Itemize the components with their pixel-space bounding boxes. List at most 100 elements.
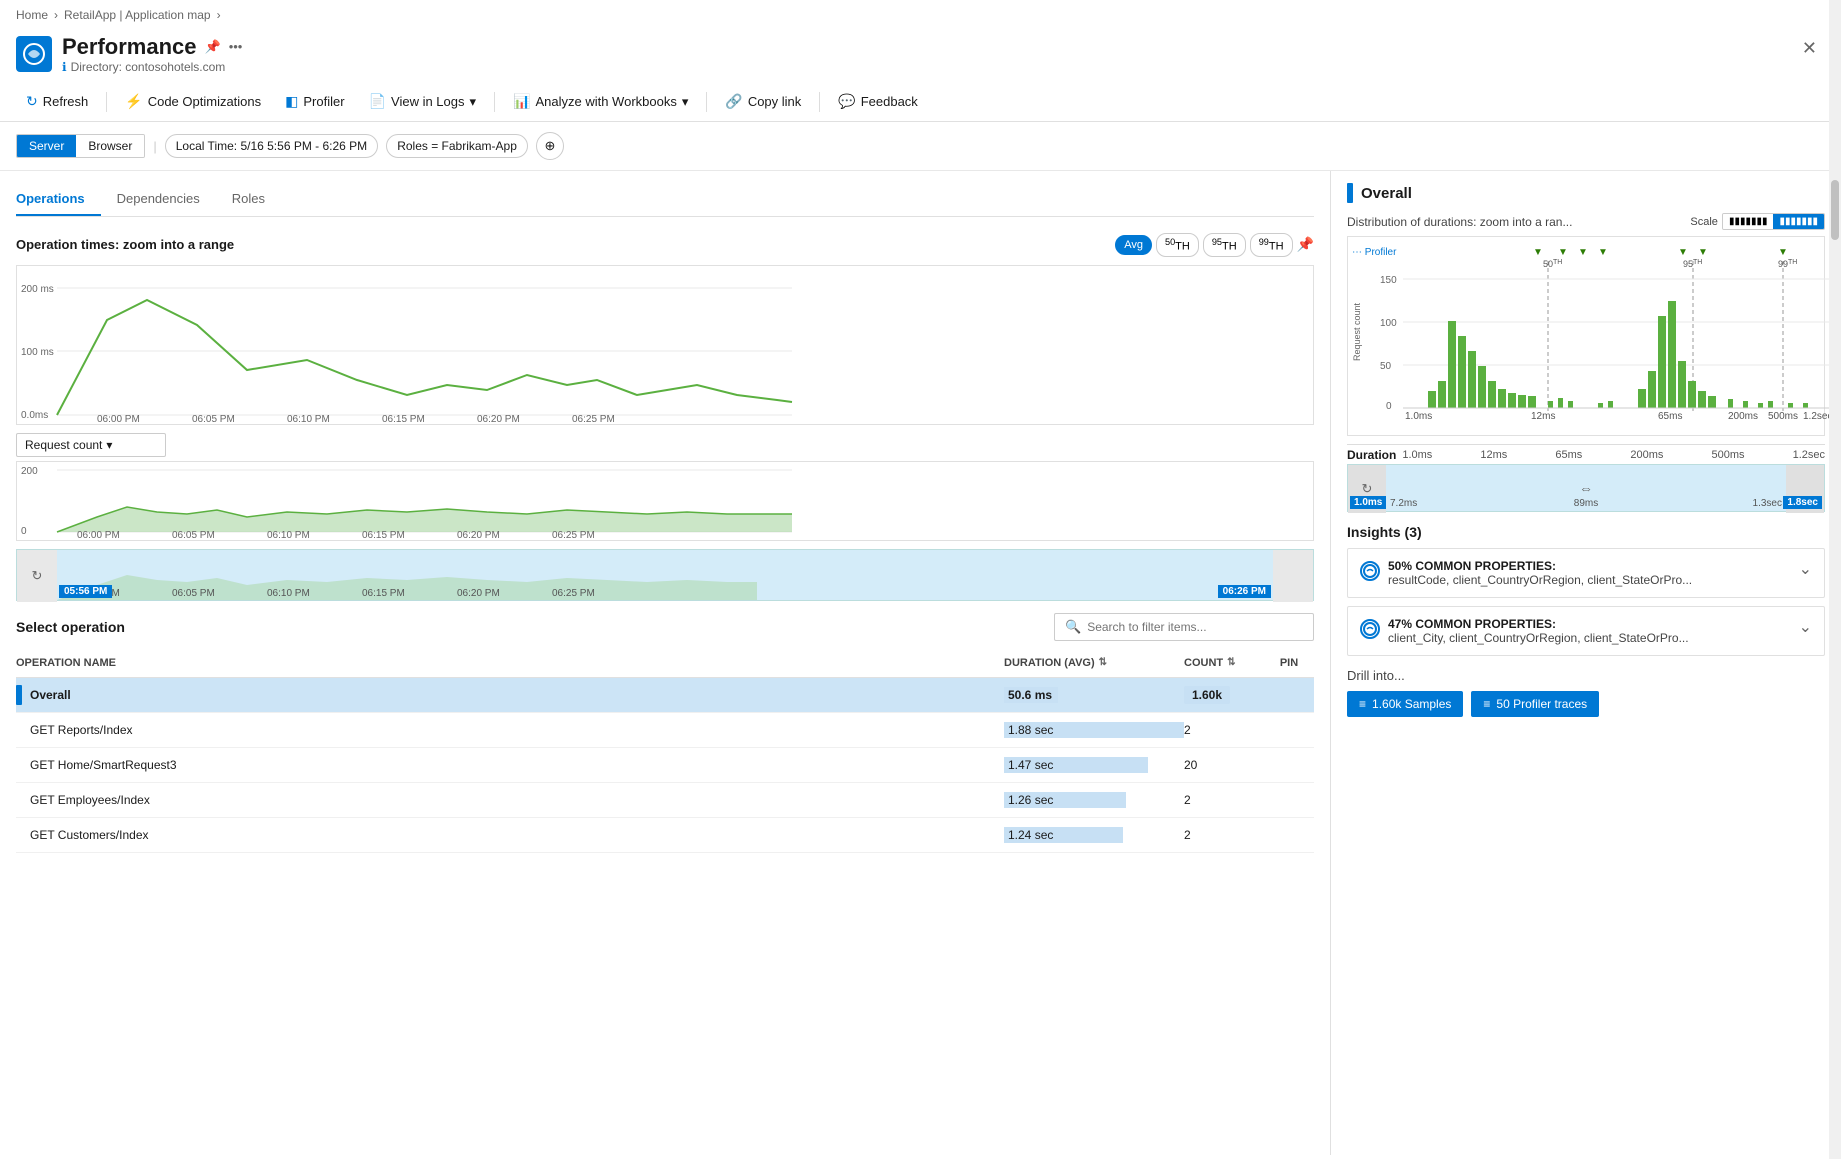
svg-text:0.0ms: 0.0ms [21, 410, 48, 421]
logs-chevron-icon: ▾ [470, 94, 477, 110]
table-row-overall[interactable]: Overall 50.6 ms 1.60k [16, 678, 1314, 713]
refresh-icon: ↻ [26, 93, 38, 110]
row-duration: 1.88 sec [1004, 723, 1184, 737]
page-header: Performance 📌 ••• ℹ Directory: contosoho… [0, 30, 1841, 82]
row-indicator [16, 790, 22, 810]
row-count: 2 [1184, 723, 1264, 737]
range-left-icon: ↻ [32, 568, 43, 584]
tab-dependencies[interactable]: Dependencies [101, 183, 216, 216]
p99-btn[interactable]: 99TH [1250, 233, 1293, 257]
code-optimizations-button[interactable]: ⚡ Code Optimizations [115, 88, 271, 115]
samples-button[interactable]: ≡ 1.60k Samples [1347, 691, 1463, 717]
more-icon[interactable]: ••• [229, 39, 243, 55]
row-indicator [16, 825, 22, 845]
col-pin: PIN [1264, 657, 1314, 669]
dist-range-left-icon: ↻ [1362, 481, 1373, 497]
scale-toggle: Scale ▮▮▮▮▮▮▮ ▮▮▮▮▮▮▮ [1690, 213, 1825, 230]
server-toggle-btn[interactable]: Server [17, 135, 76, 157]
table-row-employees[interactable]: GET Employees/Index 1.26 sec 2 [16, 783, 1314, 818]
table-row-customers[interactable]: GET Customers/Index 1.24 sec 2 [16, 818, 1314, 853]
area-chart-svg: 200 0 06:00 PM 06:05 PM 06:10 PM 06:15 P… [17, 462, 797, 540]
toolbar-sep4 [819, 92, 820, 112]
duration-x1: 1.0ms [1402, 449, 1432, 461]
p50-btn[interactable]: 50TH [1156, 233, 1199, 257]
table-row-reports[interactable]: GET Reports/Index 1.88 sec 2 [16, 713, 1314, 748]
svg-text:06:25 PM: 06:25 PM [552, 588, 595, 599]
row-name: GET Home/SmartRequest3 [30, 758, 1004, 772]
duration-x6: 1.2sec [1793, 449, 1825, 461]
duration-x2: 12ms [1480, 449, 1507, 461]
svg-text:Request count: Request count [1352, 302, 1362, 361]
time-range-filter[interactable]: Local Time: 5/16 5:56 PM - 6:26 PM [165, 134, 378, 158]
close-button[interactable]: ✕ [1794, 34, 1825, 63]
svg-text:100: 100 [1380, 318, 1397, 329]
dist-range-mid2: 89ms [1574, 498, 1598, 509]
roles-filter[interactable]: Roles = Fabrikam-App [386, 134, 528, 158]
toolbar-sep1 [106, 92, 107, 112]
view-in-logs-button[interactable]: 📄 View in Logs ▾ [359, 88, 486, 115]
table-row-smartrequest[interactable]: GET Home/SmartRequest3 1.47 sec 20 [16, 748, 1314, 783]
dist-range-mid3: 1.3sec [1753, 498, 1782, 509]
profiler-button[interactable]: ◧ Profiler [275, 88, 354, 115]
count-sort-icon[interactable]: ⇅ [1227, 657, 1235, 668]
distribution-range-bar[interactable]: ↻ ⇔ 7.2ms 89ms 1.3sec 1.0ms 1.8sec [1347, 464, 1825, 512]
feedback-icon: 💬 [838, 93, 855, 110]
pin-icon[interactable]: 📌 [205, 39, 221, 55]
insight-expand-icon-1[interactable]: ⌄ [1799, 559, 1812, 579]
svg-text:▼: ▼ [1533, 247, 1543, 258]
scrollbar[interactable] [1829, 0, 1841, 1159]
insight-content-1: 50% COMMON PROPERTIES: resultCode, clien… [1360, 559, 1692, 587]
insight-expand-icon-2[interactable]: ⌄ [1799, 617, 1812, 637]
row-indicator [16, 685, 22, 705]
svg-text:06:15 PM: 06:15 PM [362, 530, 405, 540]
compress-icon[interactable]: ⇔ [1579, 480, 1593, 496]
search-box[interactable]: 🔍 [1054, 613, 1314, 641]
search-icon: 🔍 [1065, 619, 1081, 635]
refresh-button[interactable]: ↻ Refresh [16, 88, 98, 115]
copy-link-button[interactable]: 🔗 Copy link [715, 88, 811, 115]
svg-text:500ms: 500ms [1768, 411, 1798, 422]
time-range-bar[interactable]: ↻ 06:00 PM 06:05 PM 06:10 PM 06:15 PM 06… [16, 549, 1314, 601]
range-left-handle[interactable]: ↻ [17, 550, 57, 602]
dist-range-mid1: 7.2ms [1390, 498, 1417, 509]
scrollbar-thumb[interactable] [1831, 180, 1839, 240]
scale-log-btn[interactable]: ▮▮▮▮▮▮▮ [1773, 214, 1824, 229]
profiler-traces-button[interactable]: ≡ 50 Profiler traces [1471, 691, 1599, 717]
tab-operations[interactable]: Operations [16, 183, 101, 216]
operation-times-title: Operation times: zoom into a range [16, 237, 234, 252]
code-opt-icon: ⚡ [125, 93, 142, 110]
scale-linear-btn[interactable]: ▮▮▮▮▮▮▮ [1723, 214, 1774, 229]
svg-text:▼: ▼ [1778, 247, 1788, 258]
server-browser-toggle: Server Browser [16, 134, 145, 158]
breadcrumb-app[interactable]: RetailApp | Application map [64, 8, 211, 22]
row-name: GET Customers/Index [30, 828, 1004, 842]
profiler-traces-icon: ≡ [1483, 697, 1490, 711]
dist-range-end: 1.8sec [1783, 496, 1822, 509]
chart-pin-icon[interactable]: 📌 [1297, 236, 1314, 253]
avg-btn[interactable]: Avg [1115, 235, 1152, 255]
p95-btn[interactable]: 95TH [1203, 233, 1246, 257]
row-count: 1.60k [1184, 688, 1264, 702]
insight-card-2[interactable]: 47% COMMON PROPERTIES: client_City, clie… [1347, 606, 1825, 656]
request-count-dropdown[interactable]: Request count ▾ [16, 433, 166, 457]
col-duration-avg: DURATION (AVG) ⇅ [1004, 657, 1184, 669]
breadcrumb-home[interactable]: Home [16, 8, 48, 22]
feedback-button[interactable]: 💬 Feedback [828, 88, 928, 115]
search-input[interactable] [1087, 620, 1287, 634]
insight-card-1[interactable]: 50% COMMON PROPERTIES: resultCode, clien… [1347, 548, 1825, 598]
app-icon [16, 36, 52, 72]
duration-label-row: Duration 1.0ms 12ms 65ms 200ms 500ms 1.2… [1347, 444, 1825, 462]
browser-toggle-btn[interactable]: Browser [76, 135, 144, 157]
row-name: GET Reports/Index [30, 723, 1004, 737]
svg-text:1.0ms: 1.0ms [1405, 411, 1432, 422]
workbooks-icon: 📊 [513, 93, 530, 110]
range-right-handle[interactable] [1273, 550, 1313, 602]
analyze-workbooks-button[interactable]: 📊 Analyze with Workbooks ▾ [503, 88, 698, 115]
toolbar-sep3 [706, 92, 707, 112]
time-range-label: Local Time: 5/16 5:56 PM - 6:26 PM [176, 139, 367, 153]
tab-roles[interactable]: Roles [216, 183, 281, 216]
overall-indicator [1347, 183, 1353, 203]
filter-settings-btn[interactable]: ⊕ [536, 132, 564, 160]
duration-sort-icon[interactable]: ⇅ [1099, 657, 1107, 668]
line-chart-svg: 200 ms 100 ms 0.0ms 06:00 PM 06:05 PM 06… [17, 270, 797, 425]
